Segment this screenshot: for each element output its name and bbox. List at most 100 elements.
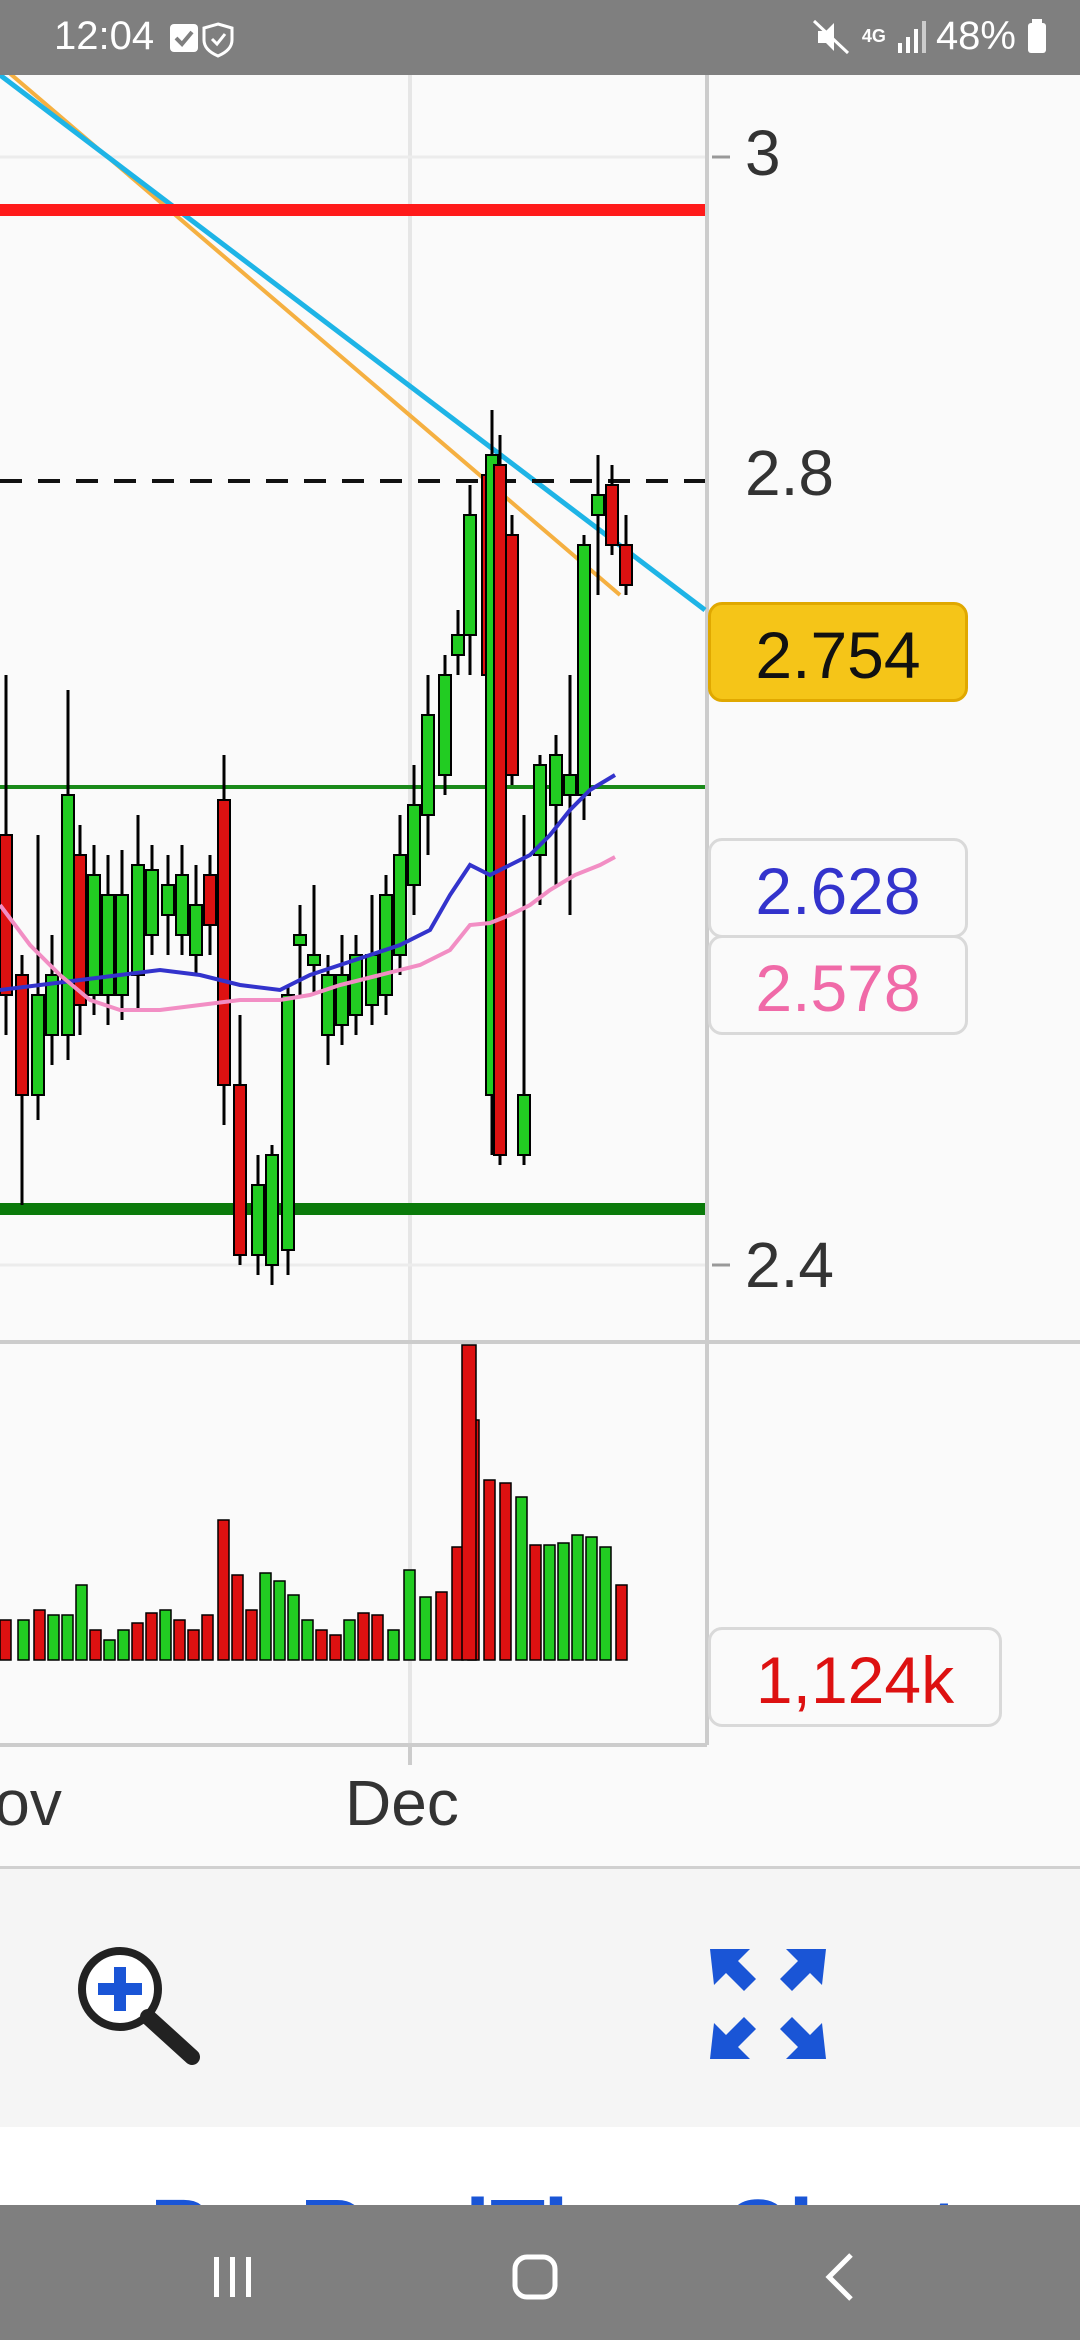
candle-body: [265, 1154, 279, 1266]
volume-bar: [343, 1619, 356, 1661]
candle-body: [505, 534, 519, 776]
volume-bar: [61, 1614, 74, 1661]
volume-bar: [557, 1542, 570, 1661]
candle-body: [101, 894, 115, 996]
status-right-group: 4G 48%: [812, 14, 1048, 59]
fullscreen-button[interactable]: [700, 1939, 840, 2069]
x-label-nov: Nov: [0, 1767, 62, 1839]
volume-bar: [33, 1609, 46, 1661]
candle-body: [31, 994, 45, 1096]
candle-body: [251, 1184, 265, 1256]
signal-icon: [897, 20, 926, 53]
candle-body: [321, 974, 335, 1036]
volume-bar: [461, 1344, 477, 1661]
volume-bar: [301, 1619, 314, 1661]
candle-body: [563, 774, 577, 796]
zoom-in-icon[interactable]: [70, 1939, 210, 2069]
back-button[interactable]: [795, 2235, 885, 2315]
volume-bar: [187, 1629, 200, 1661]
candle-body: [451, 634, 465, 656]
candle-body: [591, 494, 605, 516]
candle-body: [407, 804, 421, 886]
volume-bar: [17, 1619, 30, 1661]
volume-series: [0, 1344, 628, 1661]
candle-body: [145, 869, 159, 936]
candle-body: [293, 934, 307, 946]
volume-bar: [387, 1629, 400, 1661]
volume-bar: [245, 1609, 258, 1661]
volume-bar: [329, 1634, 342, 1661]
candle-body: [517, 1094, 531, 1156]
candle-body: [619, 544, 633, 586]
candle-body: [281, 994, 295, 1251]
candle-body: [15, 974, 29, 1096]
mute-icon: [812, 19, 849, 54]
volume-bar: [435, 1591, 448, 1661]
candle-body: [438, 674, 452, 776]
volume-bar: [499, 1482, 512, 1661]
trendline-orange: [0, 63, 622, 597]
home-button[interactable]: [490, 2235, 580, 2315]
recent-apps-icon[interactable]: [188, 2235, 278, 2315]
volume-bar: [615, 1584, 628, 1661]
candle-body: [349, 954, 363, 1016]
candle-body: [493, 464, 507, 1156]
volume-bar: [259, 1572, 272, 1661]
network-type-icon: 4G: [861, 26, 886, 46]
volume-bar: [419, 1596, 432, 1661]
candle-body: [549, 754, 563, 806]
volume-bar: [571, 1534, 584, 1661]
volume-bar: [273, 1580, 286, 1661]
status-bar: 12:04 4G 48%: [0, 0, 1080, 75]
back-icon[interactable]: [795, 2235, 885, 2315]
candle-body: [393, 854, 407, 956]
home-icon[interactable]: [490, 2235, 580, 2315]
navigation-bar: [0, 2205, 1080, 2340]
candle-body: [131, 864, 145, 976]
candle-body: [605, 484, 619, 546]
candle-body: [61, 794, 75, 1036]
recent-apps-button[interactable]: [188, 2235, 278, 2315]
axis-label-2-8: 2.8: [745, 437, 834, 509]
candle-body: [175, 874, 189, 936]
volume-bar: [0, 1619, 12, 1661]
candle-body: [203, 874, 217, 926]
volume-bar: [103, 1639, 116, 1661]
volume-bar: [543, 1544, 556, 1661]
ma-blue-badge: 2.628: [708, 838, 968, 938]
fullscreen-icon[interactable]: [700, 1939, 840, 2069]
zoom-in-button[interactable]: [70, 1939, 210, 2069]
status-time: 12:04: [54, 14, 155, 58]
candle-body: [115, 894, 129, 996]
battery-percent: 48%: [935, 14, 1016, 58]
checkbox-notification-icon: [170, 22, 234, 58]
volume-bar: [357, 1612, 370, 1661]
candle-body: [189, 904, 203, 956]
last-price-badge: 2.754: [708, 602, 968, 702]
volume-bar: [529, 1544, 542, 1661]
volume-bar: [117, 1629, 130, 1661]
candle-body: [421, 714, 435, 816]
notification-icons: [160, 20, 250, 65]
volume-bar: [201, 1614, 214, 1661]
candle-body: [463, 514, 477, 636]
volume-bar: [231, 1574, 244, 1661]
volume-bar: [371, 1614, 384, 1661]
candle-body: [217, 799, 231, 1086]
volume-bar: [585, 1536, 598, 1661]
volume-badge: 1,124k: [708, 1627, 1002, 1727]
volume-bar: [403, 1569, 416, 1661]
volume-bar: [89, 1629, 102, 1661]
volume-bar: [145, 1612, 158, 1661]
volume-bar: [217, 1519, 230, 1661]
prorealtime-chart-link[interactable]: ProRealTime Chart: [150, 2181, 959, 2207]
axis-label-3: 3: [745, 117, 781, 189]
volume-bar: [47, 1614, 60, 1661]
axis-label-2-4: 2.4: [745, 1229, 834, 1301]
x-label-dec: Dec: [345, 1767, 459, 1839]
volume-bar: [483, 1479, 496, 1661]
chart-toolbar: [0, 1866, 1080, 2130]
volume-bar: [315, 1629, 328, 1661]
volume-bar: [131, 1622, 144, 1661]
stock-chart[interactable]: 3 2.8 2.4 0 Nov Dec 2.754 2.628 2.578 1,…: [0, 63, 1080, 1865]
